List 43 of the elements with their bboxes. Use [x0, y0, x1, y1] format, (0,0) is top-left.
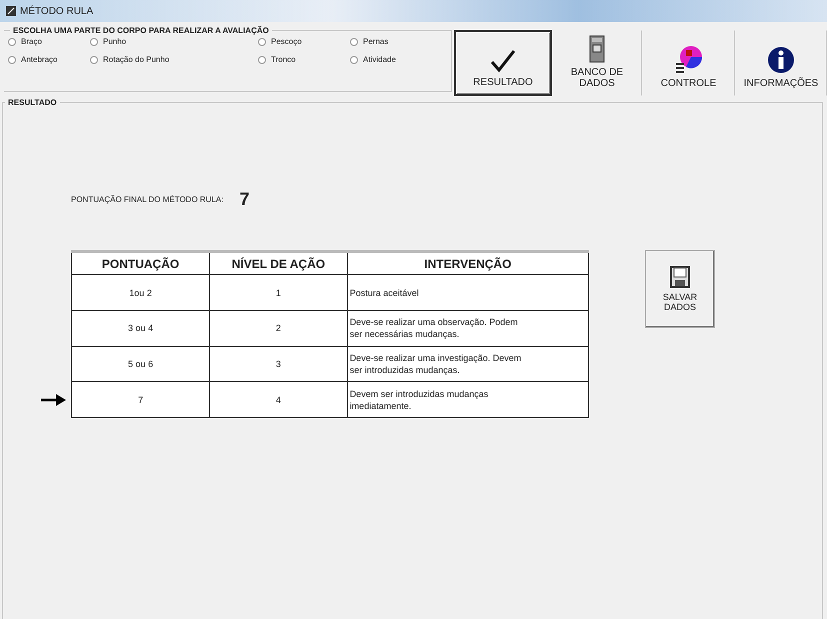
table-cell: 4: [210, 382, 348, 418]
save-button[interactable]: SALVAR DADOS: [645, 250, 715, 328]
radio-option[interactable]: Tronco: [258, 55, 350, 64]
table-cell: 1: [210, 274, 348, 311]
checkmark-icon: [490, 49, 516, 73]
radio-button[interactable]: [90, 56, 98, 64]
radio-option[interactable]: Pescoço: [258, 37, 350, 46]
window-title: MÉTODO RULA: [20, 6, 94, 16]
radio-button[interactable]: [350, 56, 358, 64]
table-cell: 1ou 2: [72, 274, 210, 311]
radio-button[interactable]: [350, 38, 358, 46]
group-title: RESULTADO: [7, 98, 58, 107]
info-icon: [767, 46, 795, 74]
column-header: INTERVENÇÃO: [347, 252, 588, 275]
table-cell: Postura aceitável: [347, 274, 588, 311]
radio-option[interactable]: Atividade: [350, 55, 440, 64]
column-header: PONTUAÇÃO: [72, 252, 210, 275]
column-header: NÍVEL DE AÇÃO: [210, 252, 348, 275]
radio-button[interactable]: [8, 56, 16, 64]
app-icon: [6, 6, 16, 16]
score-value: 7: [239, 189, 250, 210]
radio-option[interactable]: Rotação do Punho: [90, 55, 258, 64]
table-cell: Deve-se realizar uma investigação. Devem ser introduzidas mudanças.: [347, 346, 588, 382]
control-panel-icon: [674, 44, 704, 74]
score-label: PONTUAÇÃO FINAL DO MÉTODO RULA:: [71, 195, 224, 204]
table-cell: Deve-se realizar uma observação. Podem ser necessárias mudanças.: [347, 310, 588, 346]
table-cell: 2: [210, 310, 348, 346]
group-title: ESCOLHA UMA PARTE DO CORPO PARA REALIZAR A AVALIAÇÃO: [12, 26, 270, 35]
table-cell: Devem ser introduzidas mudanças imediatamente.: [347, 382, 588, 418]
table-cell: 3 ou 4: [72, 310, 210, 346]
toolbar-button[interactable]: RESULTADO: [454, 30, 552, 96]
radio-button[interactable]: [90, 38, 98, 46]
radio-option[interactable]: Antebraço: [8, 55, 90, 64]
table-cell: 3: [210, 346, 348, 382]
radio-button[interactable]: [258, 38, 266, 46]
radio-option[interactable]: Pernas: [350, 37, 440, 46]
radio-option[interactable]: Punho: [90, 37, 258, 46]
radio-button[interactable]: [8, 38, 16, 46]
table-cell: 7: [72, 382, 210, 418]
cabinet-icon: [589, 35, 605, 63]
table-cell: 5 ou 6: [72, 346, 210, 382]
radio-button[interactable]: [258, 56, 266, 64]
radio-option[interactable]: Braço: [8, 37, 90, 46]
